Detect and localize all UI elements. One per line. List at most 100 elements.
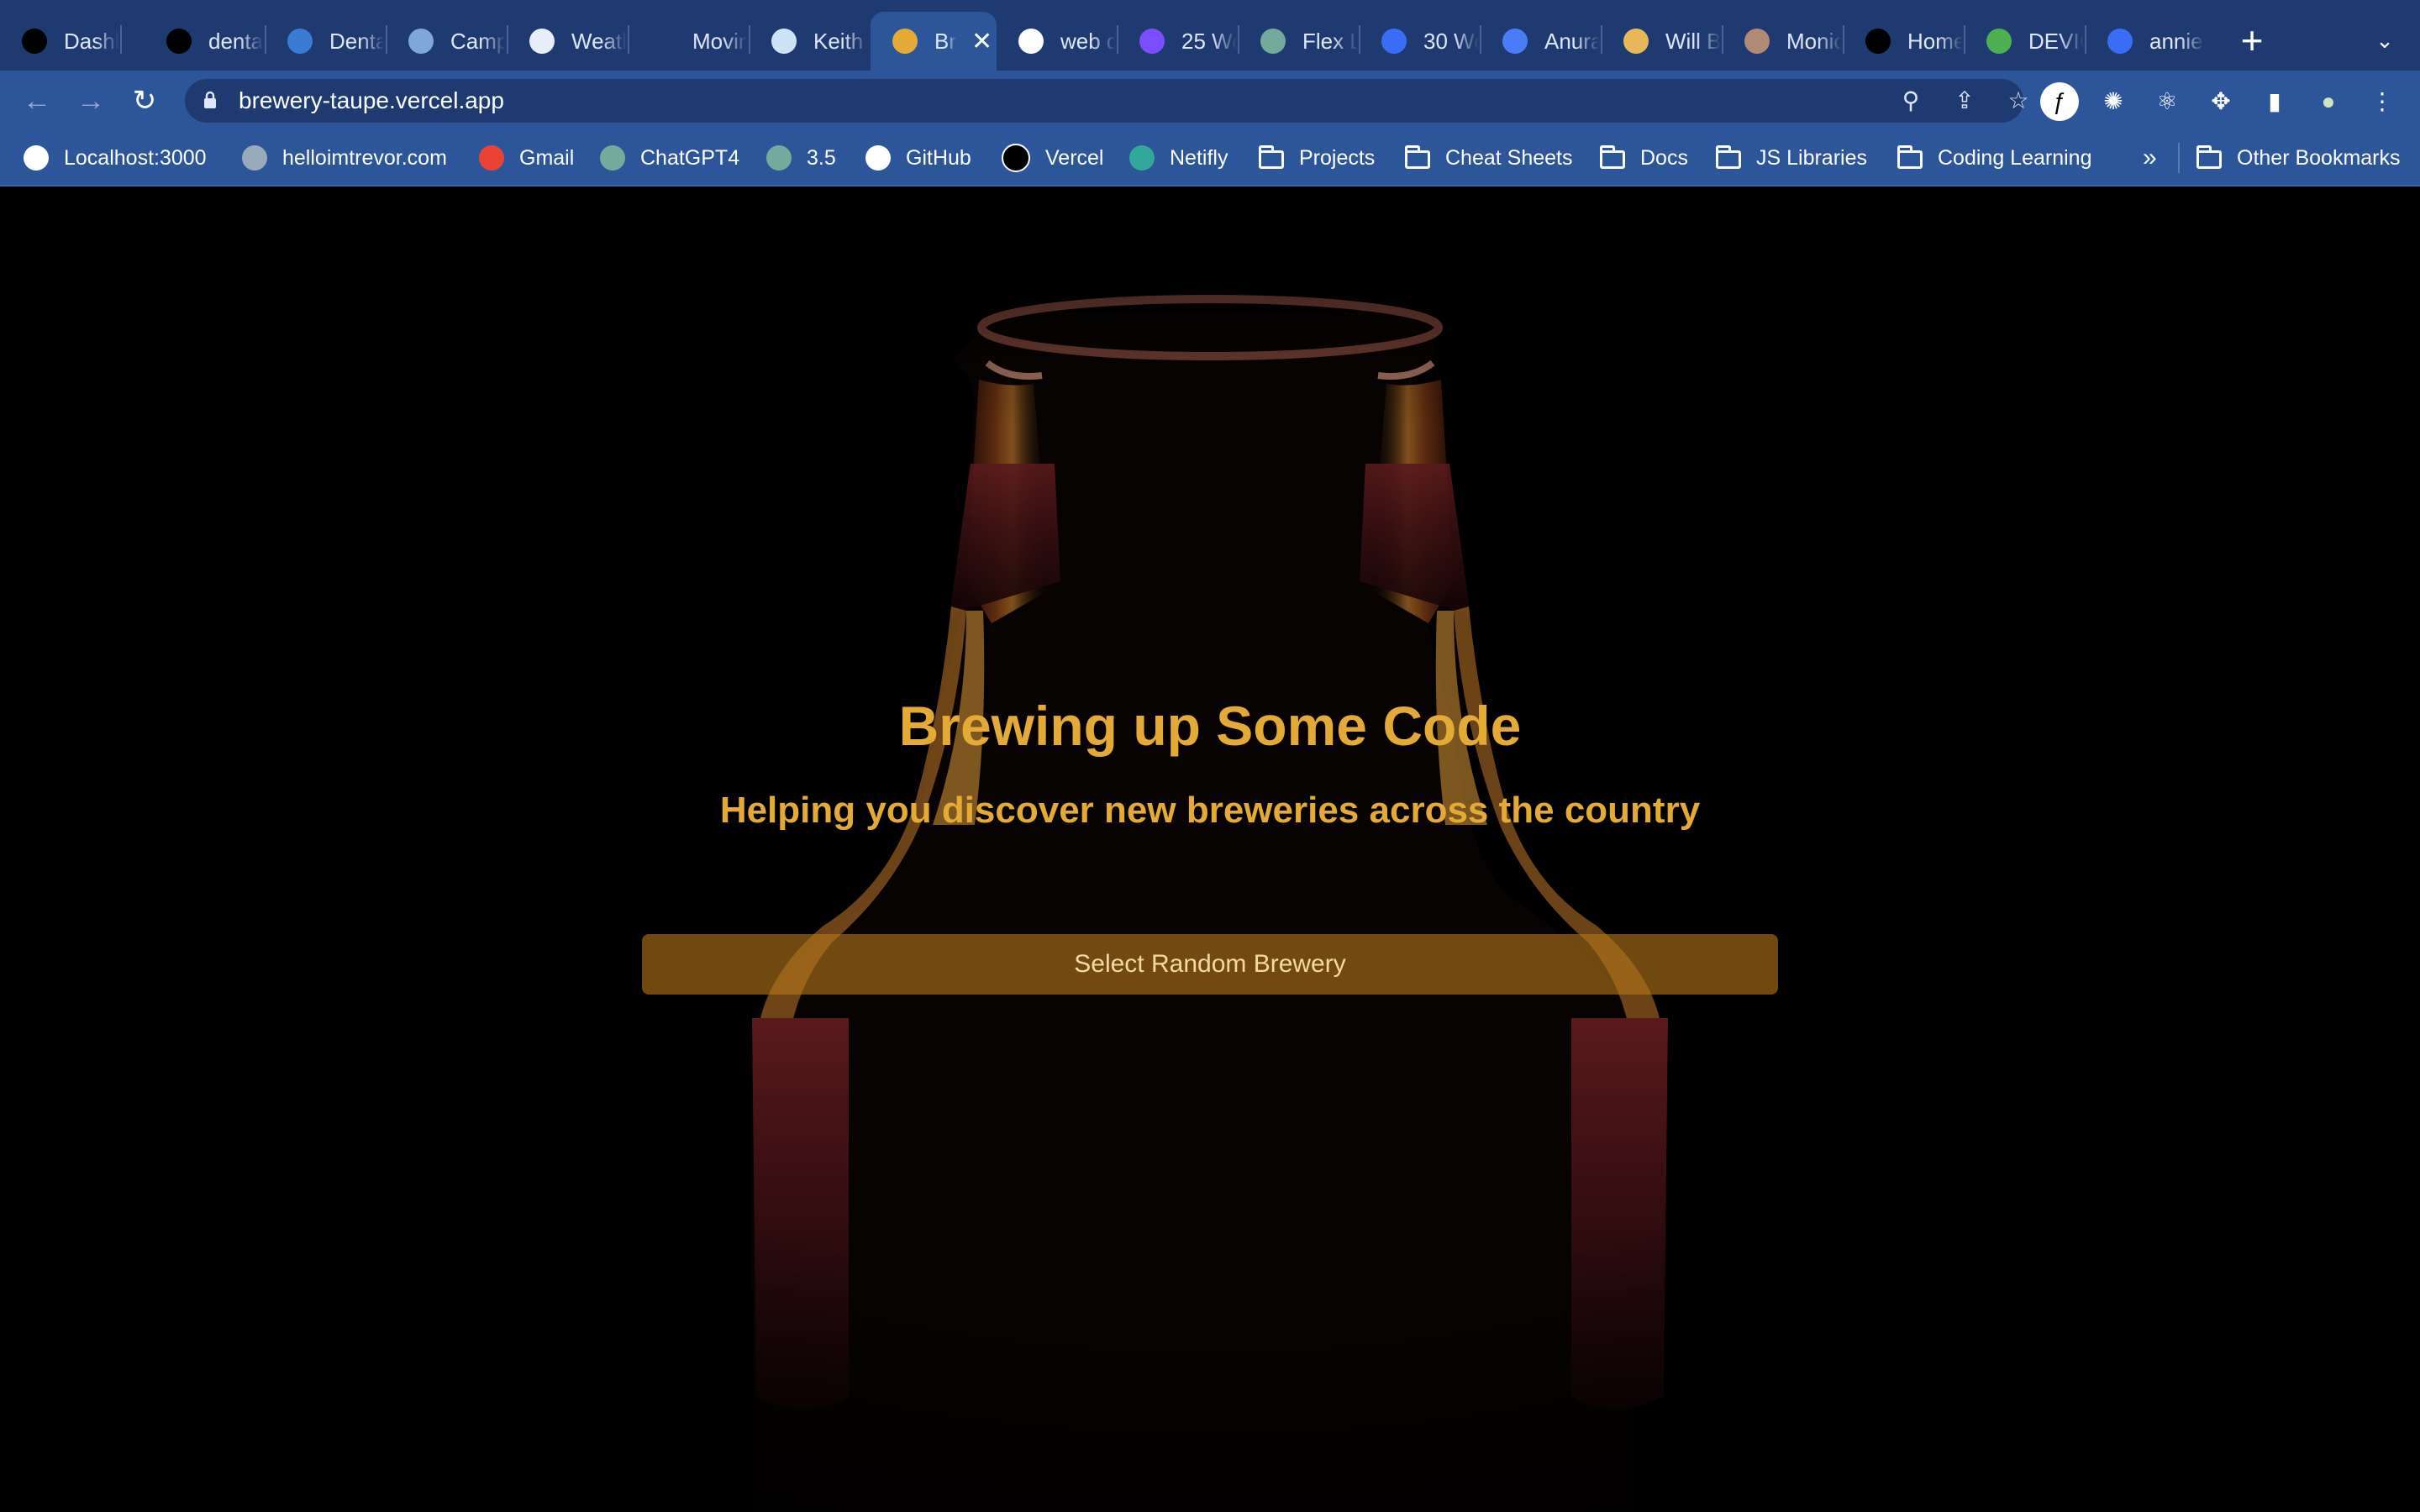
- bookmark-1[interactable]: helloimtrevor.com: [242, 131, 447, 185]
- bookmark-9[interactable]: Cheat Sheets: [1405, 131, 1573, 185]
- react-icon[interactable]: ⚛: [2148, 82, 2186, 121]
- bookmark-star-icon[interactable]: ☆: [2002, 84, 2035, 118]
- tab-title: 25 We: [1181, 28, 1237, 54]
- bookmark-0[interactable]: Localhost:3000: [24, 131, 207, 185]
- openai-icon: [766, 145, 792, 171]
- bookmark-8[interactable]: Projects: [1259, 131, 1375, 185]
- reload-button[interactable]: ↻: [124, 81, 165, 121]
- bookmark-5[interactable]: GitHub: [865, 131, 971, 185]
- tab-3[interactable]: Camp: [387, 12, 508, 71]
- tab-8[interactable]: web d: [997, 12, 1118, 71]
- bookmark-label: 3.5: [807, 145, 836, 170]
- tooth-icon: [771, 29, 797, 54]
- share-icon[interactable]: ⇪: [1948, 84, 1981, 118]
- tab-title: Keith: [813, 28, 864, 54]
- puzzle-icon[interactable]: ✥: [2202, 82, 2240, 121]
- tab-title: Anura: [1544, 28, 1600, 54]
- diamond-icon: [1381, 29, 1407, 54]
- h-logo-icon: [1139, 29, 1165, 54]
- kebab-menu-icon[interactable]: ⋮: [2363, 82, 2402, 121]
- bookmark-2[interactable]: Gmail: [479, 131, 574, 185]
- tab-16[interactable]: DEVIC: [1965, 12, 2086, 71]
- bookmark-7[interactable]: Netifly: [1129, 131, 1228, 185]
- tooth-icon: [287, 29, 313, 54]
- tab-14[interactable]: Monic: [1723, 12, 1844, 71]
- page-subtitle: Helping you discover new breweries acros…: [719, 790, 1701, 831]
- tab-12[interactable]: Anura: [1481, 12, 1602, 71]
- fx-icon[interactable]: ƒ: [2040, 82, 2079, 121]
- tab-4[interactable]: Weath: [508, 12, 629, 71]
- color-wheel-icon[interactable]: ✺: [2094, 82, 2133, 121]
- tab-0[interactable]: Dashb: [0, 12, 121, 71]
- page-title: Brewing up Some Code: [898, 695, 1522, 757]
- coin-icon: [1623, 29, 1649, 54]
- globe-icon: [24, 145, 49, 171]
- back-button[interactable]: ←: [17, 81, 57, 121]
- side-panel-icon[interactable]: ▮: [2255, 82, 2294, 121]
- tab-15[interactable]: Home: [1844, 12, 1965, 71]
- forward-button[interactable]: →: [71, 81, 111, 121]
- tab-search-button[interactable]: ⌄: [2370, 22, 2400, 59]
- new-tab-button[interactable]: +: [2235, 17, 2269, 64]
- tab-7[interactable]: Br ✕: [871, 12, 997, 71]
- lock-icon[interactable]: [203, 91, 217, 109]
- bookmark-12[interactable]: Coding Learning: [1897, 131, 2091, 185]
- tab-11[interactable]: 30 We: [1360, 12, 1481, 71]
- tab-5[interactable]: Movin: [629, 12, 750, 71]
- vercel-triangle-icon: [22, 29, 47, 54]
- tab-title: Monic: [1786, 28, 1842, 54]
- bookmark-3[interactable]: ChatGPT4: [600, 131, 739, 185]
- tab-title: Dashb: [64, 28, 119, 54]
- gmail-icon: [479, 145, 504, 171]
- profile-avatar-icon[interactable]: ●: [2309, 82, 2348, 121]
- netlify-icon: [1129, 145, 1155, 171]
- tab-title: Weath: [571, 28, 627, 54]
- bookmark-label: helloimtrevor.com: [282, 145, 447, 170]
- bookmark-4[interactable]: 3.5: [766, 131, 836, 185]
- tab-title: Movin: [692, 28, 748, 54]
- tab-title: 30 We: [1423, 28, 1479, 54]
- tab-title: DEVIC: [2028, 28, 2084, 54]
- other-bookmarks-label: Other Bookmarks: [2237, 145, 2401, 170]
- shield-icon: [1986, 29, 2012, 54]
- tab-title: annie: [2149, 28, 2203, 54]
- bookmark-6[interactable]: Vercel: [1002, 131, 1103, 185]
- tab-title: Br: [934, 28, 956, 54]
- tab-10[interactable]: Flex L: [1239, 12, 1360, 71]
- hero-section: Brewing up Some Code Helping you discove…: [0, 186, 2420, 1512]
- bookmark-label: Localhost:3000: [64, 145, 207, 170]
- tab-2[interactable]: Denta: [266, 12, 387, 71]
- browser-toolbar: ← → ↻ brewery-taupe.vercel.app ⚲ ⇪ ☆ ƒ ✺ ⚛…: [0, 71, 2420, 131]
- select-random-brewery-button[interactable]: Select Random Brewery: [642, 934, 1778, 995]
- tab-1[interactable]: denta: [145, 12, 266, 71]
- folder-icon: [1716, 145, 1741, 169]
- tab-title: Camp: [450, 28, 506, 54]
- close-tab-icon[interactable]: ✕: [971, 27, 992, 56]
- other-bookmarks-folder[interactable]: Other Bookmarks: [2196, 131, 2401, 185]
- bookmark-10[interactable]: Docs: [1600, 131, 1688, 185]
- bookmark-11[interactable]: JS Libraries: [1716, 131, 1867, 185]
- tab-13[interactable]: Will B: [1602, 12, 1723, 71]
- cloud-icon: [529, 29, 555, 54]
- tab-strip: Dashb denta Denta Camp Weath Movin Keith Br ✕ web…: [0, 0, 2420, 71]
- github-icon: [865, 145, 891, 171]
- folder-icon: [2196, 145, 2222, 169]
- openai-icon: [1260, 29, 1286, 54]
- tab-17[interactable]: annie: [2086, 12, 2207, 71]
- triangle-icon: [1502, 29, 1528, 54]
- tab-9[interactable]: 25 We: [1118, 12, 1239, 71]
- url-text[interactable]: brewery-taupe.vercel.app: [239, 79, 504, 123]
- bookmark-label: JS Libraries: [1756, 145, 1867, 170]
- cm-logo-icon: [1865, 29, 1891, 54]
- tab-6[interactable]: Keith: [750, 12, 871, 71]
- tab-title: denta: [208, 28, 264, 54]
- bookmark-label: Vercel: [1045, 145, 1104, 170]
- folder-icon: [1897, 145, 1923, 169]
- openai-icon: [600, 145, 625, 171]
- vercel-triangle-icon: [166, 29, 192, 54]
- address-bar[interactable]: brewery-taupe.vercel.app ⚲ ⇪ ☆: [185, 79, 2029, 123]
- zoom-icon[interactable]: ⚲: [1894, 84, 1928, 118]
- folder-icon: [1259, 145, 1284, 169]
- tab-separator: [120, 25, 122, 54]
- bookmarks-overflow-button[interactable]: »: [2143, 131, 2157, 185]
